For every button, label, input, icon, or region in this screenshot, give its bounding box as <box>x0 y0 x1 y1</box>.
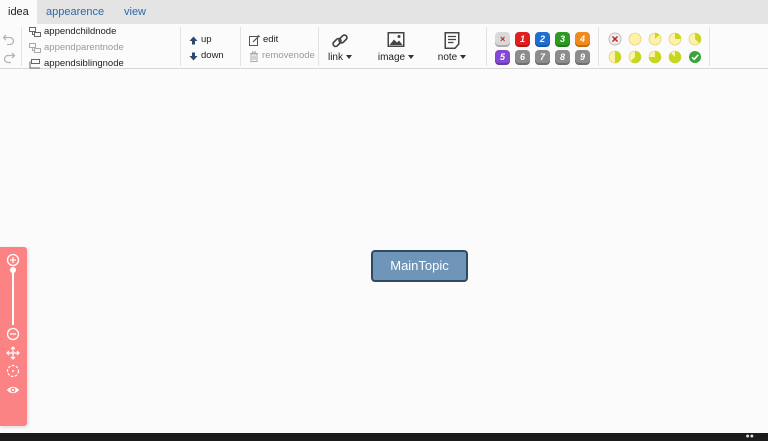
progress-icon <box>608 32 622 46</box>
progress-4-of-8-button[interactable] <box>608 50 622 64</box>
move-up-button[interactable]: up <box>189 32 212 48</box>
zoom-slider-track[interactable] <box>12 269 14 325</box>
tab-appearence[interactable]: appearence <box>38 0 112 24</box>
separator <box>240 27 241 66</box>
locate-node-button[interactable] <box>6 364 20 378</box>
redo-icon <box>3 52 16 64</box>
progress-2-of-8-button[interactable] <box>668 32 682 46</box>
zoom-in-icon <box>6 253 20 267</box>
progress-icon <box>648 50 662 64</box>
priority-2-button[interactable]: 2 <box>535 32 550 47</box>
image-icon <box>387 32 405 47</box>
move-down-button[interactable]: down <box>189 48 224 64</box>
progress-icon <box>668 50 682 64</box>
separator <box>486 27 487 66</box>
zoom-in-button[interactable] <box>6 253 20 267</box>
priority-1-button[interactable]: 1 <box>515 32 530 47</box>
priority-clear-button[interactable]: × <box>495 32 510 47</box>
progress-icon <box>688 32 702 46</box>
priority-8-button[interactable]: 8 <box>555 50 570 65</box>
tab-idea[interactable]: idea <box>0 0 37 24</box>
arrow-up-icon <box>189 36 198 45</box>
progress-done-button[interactable] <box>688 50 702 64</box>
link-button[interactable]: link <box>322 24 358 69</box>
arrow-down-icon <box>189 52 198 61</box>
append-child-icon <box>29 27 41 37</box>
priority-5-button[interactable]: 5 <box>495 50 510 65</box>
separator <box>709 27 710 66</box>
note-button[interactable]: note <box>431 24 473 69</box>
move-canvas-button[interactable] <box>6 346 20 360</box>
append-child-node-button[interactable]: appendchildnode <box>29 24 116 40</box>
image-button[interactable]: image <box>374 24 418 69</box>
undo-icon <box>2 34 15 46</box>
locate-icon <box>6 364 20 378</box>
progress-3-of-8-button[interactable] <box>688 32 702 46</box>
note-icon <box>444 32 460 49</box>
zoom-slider-thumb[interactable] <box>10 267 16 274</box>
separator <box>318 27 319 66</box>
progress-icon <box>689 51 701 63</box>
ribbon-toolbar: appendchildnode appendparentnode appends… <box>0 24 768 69</box>
trash-icon <box>249 51 259 62</box>
separator <box>180 27 181 66</box>
eye-icon <box>6 386 20 394</box>
tab-view[interactable]: view <box>116 0 154 24</box>
priority-3-button[interactable]: 3 <box>555 32 570 47</box>
bottom-bar: ●● <box>0 433 768 441</box>
move-icon <box>6 346 20 360</box>
progress-icon <box>668 32 682 46</box>
progress-0-of-8-button[interactable] <box>628 32 642 46</box>
priority-7-button[interactable]: 7 <box>535 50 550 65</box>
zoom-out-icon <box>6 327 20 341</box>
link-icon <box>331 32 349 50</box>
append-parent-node-button[interactable]: appendparentnode <box>29 40 124 56</box>
priority-6-button[interactable]: 6 <box>515 50 530 65</box>
progress-icon <box>628 50 642 64</box>
progress-icon <box>648 32 662 46</box>
main-topic-node[interactable]: MainTopic <box>371 250 468 282</box>
undo-button[interactable] <box>2 32 16 46</box>
tab-bar: idea appearence view <box>0 0 768 24</box>
view-toggle-button[interactable] <box>6 383 20 397</box>
progress-1-of-8-button[interactable] <box>648 32 662 46</box>
redo-button[interactable] <box>2 50 16 64</box>
remove-node-button[interactable]: removenode <box>249 48 315 64</box>
progress-5-of-8-button[interactable] <box>628 50 642 64</box>
append-parent-icon <box>29 43 41 53</box>
separator <box>598 27 599 66</box>
separator <box>21 27 22 66</box>
append-sibling-icon <box>29 59 41 69</box>
edit-button[interactable]: edit <box>249 32 278 48</box>
zoom-panel <box>0 247 27 426</box>
zoom-out-button[interactable] <box>6 327 20 341</box>
mindmap-canvas[interactable]: MainTopic <box>0 70 768 433</box>
edit-icon <box>249 34 260 46</box>
progress-icon <box>608 50 622 64</box>
progress-7-of-8-button[interactable] <box>668 50 682 64</box>
priority-9-button[interactable]: 9 <box>575 50 590 65</box>
progress-icon <box>628 32 642 46</box>
progress-6-of-8-button[interactable] <box>648 50 662 64</box>
priority-4-button[interactable]: 4 <box>575 32 590 47</box>
progress-clear-button[interactable] <box>608 32 622 46</box>
corner-icon: ●● <box>745 433 754 440</box>
